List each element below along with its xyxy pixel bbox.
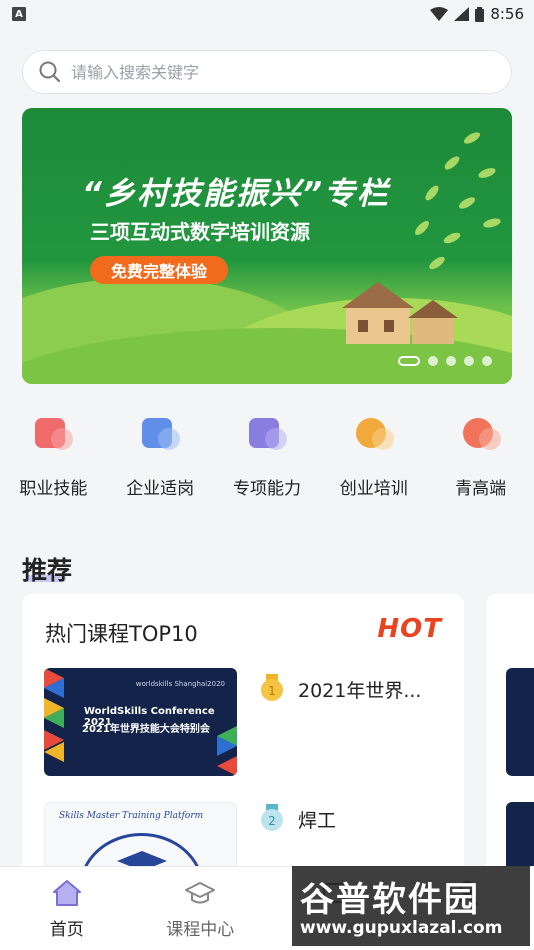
category-label: 企业适岗: [126, 479, 195, 499]
tab-home[interactable]: 首页: [0, 867, 134, 950]
promo-banner[interactable]: “乡村技能振兴”专栏 三项互动式数字培训资源 免费完整体验: [22, 108, 512, 384]
book-icon: [243, 414, 291, 454]
course-title[interactable]: 2021年世界...: [298, 676, 421, 703]
tab-course-center[interactable]: 课程中心: [134, 867, 268, 950]
site-watermark: 谷普软件园 www.gupuxlazal.com: [292, 866, 530, 946]
thumbnail-title: Skills Master Training Platform: [59, 811, 204, 821]
free-trial-button[interactable]: 免费完整体验: [90, 256, 228, 284]
clock: 8:56: [490, 5, 524, 23]
section-title-recommend: 推荐: [22, 556, 73, 585]
carousel-dot[interactable]: [464, 356, 474, 366]
carousel-indicator: [398, 356, 492, 366]
category-label: 青高端: [455, 479, 507, 499]
carousel-dot[interactable]: [398, 356, 420, 366]
category-label: 职业技能: [19, 479, 88, 499]
watermark-url: www.gupuxlazal.com: [300, 918, 503, 938]
leaves-illustration: [415, 132, 501, 270]
search-icon: [39, 61, 61, 83]
hot-courses-card[interactable]: 热门课程TOP10 HOT worldskills Shanghai2020 W…: [22, 594, 464, 884]
battery-icon: [475, 6, 485, 22]
badge-icon: [350, 414, 398, 454]
tag-icon: [457, 414, 505, 454]
course-thumbnail[interactable]: worldskills Shanghai2020 WorldSkills Con…: [44, 668, 237, 776]
graduation-cap-icon: [185, 882, 216, 904]
category-label: 专项能力: [232, 479, 301, 499]
home-icon: [52, 880, 81, 906]
category-row: 职业技能 企业适岗 专项能力 创业培训 青高端: [0, 414, 534, 504]
carousel-dot[interactable]: [482, 356, 492, 366]
category-special-ability[interactable]: 专项能力: [214, 414, 321, 504]
hot-badge: HOT: [377, 614, 442, 644]
watermark-title: 谷普软件园: [300, 880, 480, 920]
rank-number: 1: [268, 684, 276, 698]
category-entrepreneurship[interactable]: 创业培训: [320, 414, 427, 504]
search-input[interactable]: [71, 62, 471, 82]
carousel-dot[interactable]: [446, 356, 456, 366]
status-indicators: 8:56: [430, 5, 524, 23]
course-title[interactable]: 焊工: [298, 806, 336, 833]
house-illustration: [342, 282, 458, 344]
wifi-icon: [430, 7, 449, 21]
category-vocational-skills[interactable]: 职业技能: [0, 414, 107, 504]
rank-1-medal-icon: 1: [261, 674, 283, 701]
banner-title: “乡村技能振兴”专栏: [82, 176, 390, 212]
course-thumbnail[interactable]: [506, 668, 534, 776]
search-bar[interactable]: [22, 50, 512, 94]
worldskills-logo: worldskills Shanghai2020: [135, 680, 225, 688]
rank-number: 2: [268, 814, 276, 828]
card-title: 热门课程TOP10: [45, 622, 198, 646]
status-bar: A 8:56: [0, 0, 534, 28]
briefcase-icon: [29, 414, 77, 454]
signal-icon: [454, 7, 470, 21]
next-card-peek[interactable]: [486, 594, 534, 884]
banner-subtitle: 三项互动式数字培训资源: [90, 220, 310, 244]
category-enterprise-job[interactable]: 企业适岗: [107, 414, 214, 504]
category-high-end[interactable]: 青高端: [427, 414, 534, 504]
tab-label: 首页: [49, 920, 84, 940]
thumbnail-subtitle: 2021年世界技能大会特别会: [82, 724, 210, 735]
rank-2-medal-icon: 2: [261, 804, 283, 831]
cube-pattern-decoration: [44, 668, 64, 762]
tab-label: 课程中心: [166, 920, 235, 940]
carousel-dot[interactable]: [428, 356, 438, 366]
category-label: 创业培训: [339, 479, 408, 499]
notification-icon: A: [12, 7, 26, 21]
document-icon: [136, 414, 184, 454]
